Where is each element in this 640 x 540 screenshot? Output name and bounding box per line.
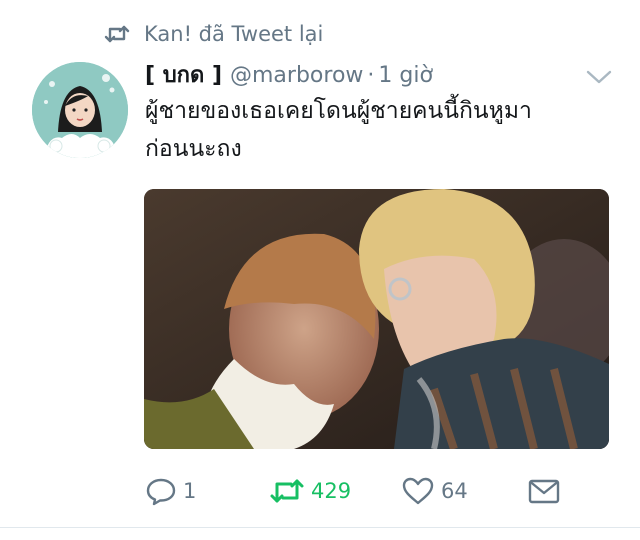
avatar[interactable] — [32, 62, 128, 158]
reply-count: 1 — [183, 479, 197, 503]
tweet-media-photo[interactable] — [144, 189, 609, 449]
timestamp[interactable]: 1 giờ — [378, 63, 433, 88]
reply-icon — [145, 475, 177, 507]
chevron-down-icon — [584, 64, 614, 88]
retweet-button[interactable]: 429 — [269, 470, 351, 512]
envelope-icon — [527, 475, 561, 507]
header-separator: · — [367, 63, 375, 88]
direct-message-button[interactable] — [527, 470, 561, 512]
retweet-icon — [104, 21, 130, 47]
retweet-context-text[interactable]: Kan! đã Tweet lại — [144, 22, 323, 46]
retweet-count: 429 — [311, 479, 352, 503]
tweet-actions: 1 429 64 — [145, 470, 575, 512]
reply-button[interactable]: 1 — [145, 470, 196, 512]
display-name[interactable]: [ บกด ] — [145, 57, 222, 92]
like-button[interactable]: 64 — [401, 470, 468, 512]
retweet-icon — [269, 475, 305, 507]
tweet-divider — [0, 527, 640, 528]
retweet-context: Kan! đã Tweet lại — [104, 18, 323, 50]
tweet-text: ผู้ชายของเธอเคยโดนผู้ชายคนนี้กินหูมา ก่อ… — [145, 98, 532, 162]
user-handle[interactable]: @marborow — [230, 63, 363, 88]
heart-icon — [401, 475, 435, 507]
more-options-button[interactable] — [584, 64, 614, 88]
tweet-header: [ บกด ] @marborow · 1 giờ — [145, 57, 570, 91]
like-count: 64 — [441, 479, 468, 503]
